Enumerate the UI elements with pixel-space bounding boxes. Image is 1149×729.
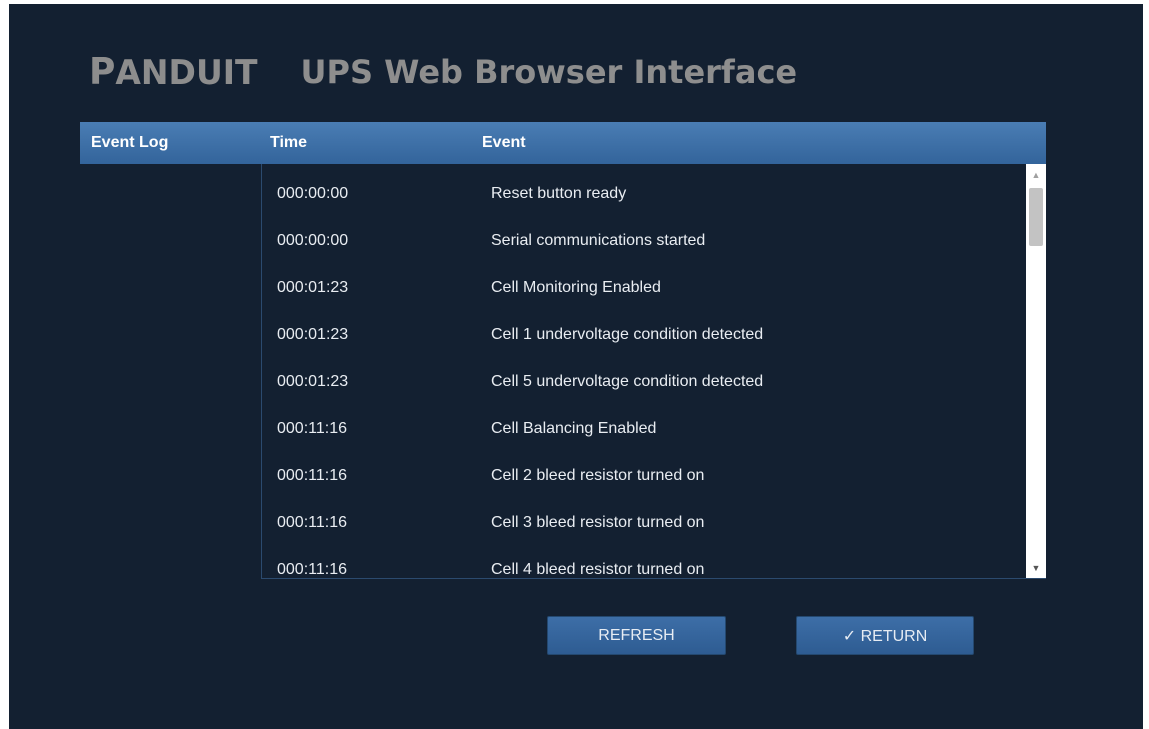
- event-description: Cell 5 undervoltage condition detected: [491, 373, 764, 390]
- event-time: 000:11:16: [277, 420, 347, 437]
- table-row: 000:00:00 Reset button ready: [262, 182, 1022, 206]
- event-time: 000:11:16: [277, 514, 347, 531]
- event-log-scrollbar[interactable]: ▲ ▼: [1026, 164, 1046, 578]
- event-time: 000:00:00: [277, 232, 349, 249]
- logo-rest: ANDUIT: [115, 52, 258, 92]
- column-header-time: Time: [270, 134, 308, 151]
- event-description: Cell 2 bleed resistor turned on: [491, 467, 705, 484]
- table-row: 000:11:16 Cell 2 bleed resistor turned on: [262, 464, 1022, 488]
- triangle-down-icon[interactable]: ▼: [1026, 559, 1046, 577]
- table-row: 000:01:23 Cell 5 undervoltage condition d…: [262, 370, 1022, 394]
- event-description: Serial communications started: [491, 232, 706, 249]
- triangle-up-icon[interactable]: ▲: [1026, 166, 1046, 184]
- event-description: Cell 3 bleed resistor turned on: [491, 514, 705, 531]
- event-time: 000:01:23: [277, 326, 349, 343]
- event-time: 000:11:16: [277, 561, 347, 578]
- event-log-list[interactable]: 000:11:16 Cell 4 bleed resistor turned on…: [261, 164, 1046, 579]
- event-time: 000:11:16: [277, 467, 347, 484]
- scrollbar-thumb[interactable]: [1029, 188, 1043, 246]
- table-row: 000:11:16 Cell Balancing Enabled: [262, 417, 1022, 441]
- return-button[interactable]: ✓ RETURN: [796, 616, 974, 655]
- event-description: Cell 4 bleed resistor turned on: [491, 561, 705, 578]
- table-row: 000:11:16 Cell 4 bleed resistor turned on: [262, 558, 1022, 578]
- section-label-event-log: Event Log: [91, 134, 169, 151]
- app-title: UPS Web Browser Interface: [300, 53, 798, 91]
- table-row: 000:11:16 Cell 3 bleed resistor turned on: [262, 511, 1022, 535]
- event-description: Reset button ready: [491, 185, 627, 202]
- ups-interface-screen: PANDUIT UPS Web Browser Interface Event …: [9, 4, 1143, 729]
- table-row: 000:01:23 Cell 1 undervoltage condition d…: [262, 323, 1022, 347]
- event-description: Cell 1 undervoltage condition detected: [491, 326, 764, 343]
- table-row: 000:00:00 Serial communications started: [262, 229, 1022, 253]
- event-time: 000:01:23: [277, 279, 349, 296]
- event-description: Cell Balancing Enabled: [491, 420, 657, 437]
- event-log-header-bar: Event Log Time Event: [80, 122, 1046, 164]
- refresh-button[interactable]: REFRESH: [547, 616, 726, 655]
- event-time: 000:01:23: [277, 373, 349, 390]
- panduit-logo: PANDUIT: [89, 51, 258, 93]
- column-header-event: Event: [482, 134, 526, 151]
- event-description: Cell Monitoring Enabled: [491, 279, 661, 296]
- brand-header: PANDUIT UPS Web Browser Interface: [89, 47, 797, 97]
- logo-first-letter: P: [89, 51, 116, 93]
- event-time: 000:00:00: [277, 185, 349, 202]
- table-row: 000:01:23 Cell Monitoring Enabled: [262, 276, 1022, 300]
